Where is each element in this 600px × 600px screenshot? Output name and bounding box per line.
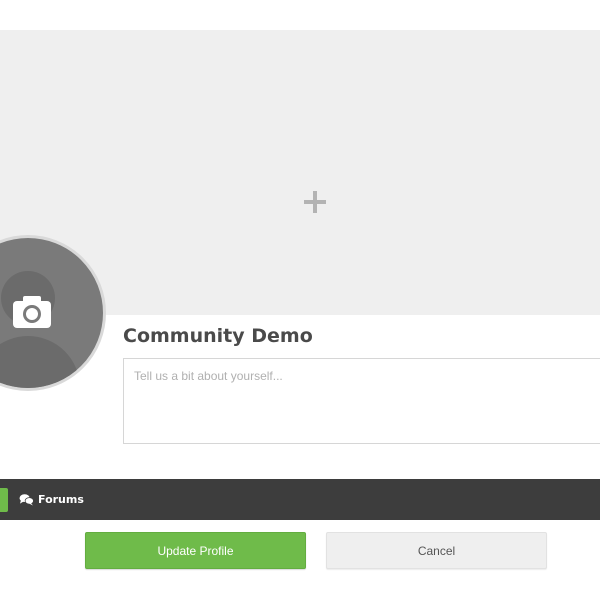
nav-item-forums[interactable]: Forums [19, 479, 84, 520]
plus-icon[interactable] [300, 187, 330, 217]
update-profile-button[interactable]: Update Profile [85, 532, 306, 569]
camera-icon[interactable] [11, 294, 53, 330]
profile-nav-bar: Forums [0, 479, 600, 520]
bio-textarea[interactable] [123, 358, 600, 444]
cancel-button[interactable]: Cancel [326, 532, 547, 569]
nav-active-indicator[interactable] [0, 488, 8, 512]
avatar[interactable] [0, 235, 106, 391]
nav-item-forums-label: Forums [38, 493, 84, 506]
chat-bubbles-icon [19, 494, 34, 506]
profile-edit-page: Community Demo Forums Update Profile Can… [0, 0, 600, 600]
profile-name: Community Demo [123, 325, 313, 347]
